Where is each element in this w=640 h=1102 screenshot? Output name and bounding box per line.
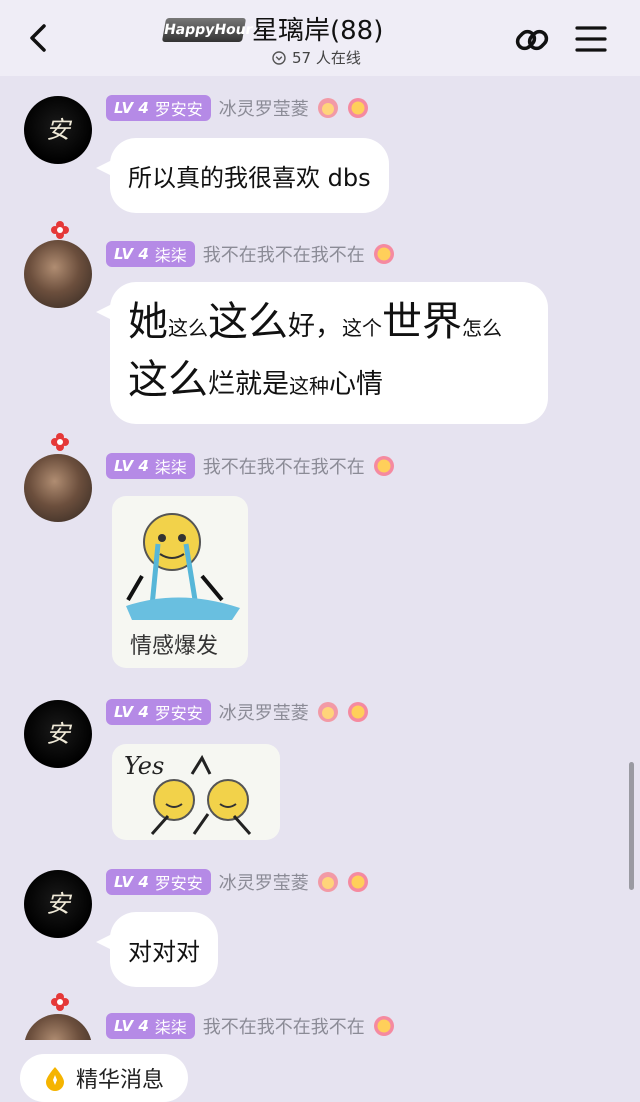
- sender-row: LV 4 柒柒 我不在我不在我不在: [106, 452, 395, 480]
- text-run: 怎么: [462, 316, 502, 340]
- online-count: 57 人在线: [292, 49, 361, 67]
- scrollbar[interactable]: [629, 762, 634, 890]
- essence-label: 精华消息: [76, 1068, 165, 1093]
- sender-nickname[interactable]: 我不在我不在我不在: [203, 453, 365, 479]
- sender-nickname[interactable]: 我不在我不在我不在: [203, 1013, 365, 1039]
- sender-nickname[interactable]: 冰灵罗莹菱: [219, 95, 309, 121]
- back-icon[interactable]: [22, 20, 58, 56]
- message-item: LV 4 柒柒 我不在我不在我不在 情感爆发: [0, 432, 640, 677]
- text-run: 好，: [288, 311, 342, 342]
- lucky-emoji-icon: [317, 98, 338, 118]
- smile-icon: [373, 456, 394, 476]
- member-tag: 罗安安: [154, 100, 203, 119]
- member-tag: 罗安安: [154, 874, 203, 893]
- smile-icon: [347, 702, 368, 722]
- smile-icon: [373, 1016, 394, 1036]
- bottom-bar: 精华消息: [0, 1040, 640, 1102]
- member-tag: 罗安安: [154, 704, 203, 723]
- online-status: 57 人在线: [272, 47, 361, 68]
- sender-row: LV 4 罗安安 冰灵罗莹菱: [106, 868, 369, 896]
- sender-row: LV 4 罗安安 冰灵罗莹菱: [106, 698, 369, 726]
- message-item: LV 4 柒柒 我不在我不在我不在 她这么这么好，这个世界怎么 这么烂就是这种心…: [0, 220, 640, 430]
- text-run: 世界: [382, 299, 462, 345]
- message-item: 安 LV 4 罗安安 冰灵罗莹菱 对对对: [0, 864, 640, 994]
- text-run: 她: [128, 299, 168, 345]
- text-run: 这个: [342, 316, 382, 340]
- sticker-image[interactable]: 情感爆发: [112, 496, 248, 668]
- avatar-glyph: 安: [46, 720, 70, 748]
- message-item: LV 4 柒柒 我不在我不在我不在: [0, 992, 640, 1040]
- avatar[interactable]: [24, 1014, 92, 1040]
- level-text: LV 4: [114, 703, 149, 721]
- avatar-glyph: 安: [46, 890, 70, 918]
- essence-messages-button[interactable]: 精华消息: [20, 1054, 189, 1102]
- flower-icon: [51, 433, 69, 451]
- level-badge[interactable]: LV 4 罗安安: [106, 699, 211, 725]
- sender-row: LV 4 罗安安 冰灵罗莹菱: [106, 94, 369, 122]
- member-tag: 柒柒: [154, 1018, 187, 1037]
- sticker-caption: 情感爆发: [130, 634, 219, 659]
- text-run: 这么: [208, 299, 288, 345]
- message-text: 对对对: [128, 938, 200, 966]
- level-badge[interactable]: LV 4 柒柒: [106, 453, 195, 479]
- message-bubble[interactable]: 对对对: [96, 912, 218, 987]
- sticker-image[interactable]: Yes: [112, 744, 280, 840]
- message-bubble[interactable]: 她这么这么好，这个世界怎么 这么烂就是这种心情: [96, 282, 548, 424]
- sender-row: LV 4 柒柒 我不在我不在我不在: [106, 240, 395, 268]
- link-icon[interactable]: [512, 20, 552, 60]
- flower-icon: [51, 993, 69, 1011]
- avatar[interactable]: [24, 454, 92, 522]
- message-bubble[interactable]: 所以真的我很喜欢 dbs: [96, 138, 389, 213]
- group-logo: HappyHour: [161, 18, 254, 42]
- group-title[interactable]: HappyHour 星璃岸(88) 57 人在线: [160, 10, 480, 70]
- level-text: LV 4: [114, 99, 149, 117]
- level-badge[interactable]: LV 4 柒柒: [106, 1013, 195, 1039]
- smile-icon: [347, 872, 368, 892]
- sender-row: LV 4 柒柒 我不在我不在我不在: [106, 1012, 395, 1040]
- message-line-2: 这么烂就是这种心情: [128, 354, 530, 412]
- level-text: LV 4: [114, 457, 149, 475]
- group-name: 星璃岸(88): [252, 16, 384, 46]
- level-badge[interactable]: LV 4 罗安安: [106, 869, 211, 895]
- smile-icon: [347, 98, 368, 118]
- lucky-emoji-icon: [317, 872, 338, 892]
- sender-nickname[interactable]: 冰灵罗莹菱: [219, 869, 309, 895]
- message-item: 安 LV 4 罗安安 冰灵罗莹菱 Yes: [0, 696, 640, 846]
- cheering-faces-sticker: [150, 754, 252, 835]
- level-text: LV 4: [114, 245, 149, 263]
- lucky-emoji-icon: [317, 702, 338, 722]
- flower-icon: [51, 221, 69, 239]
- level-text: LV 4: [114, 873, 149, 891]
- message-line-1: 她这么这么好，这个世界怎么: [128, 296, 530, 354]
- text-run: 这么: [168, 316, 208, 340]
- chat-header: HappyHour 星璃岸(88) 57 人在线: [0, 0, 640, 76]
- text-run: 心情: [329, 369, 383, 400]
- member-tag: 柒柒: [154, 246, 187, 265]
- smile-icon: [373, 244, 394, 264]
- text-run: 这么: [128, 357, 208, 403]
- sender-nickname[interactable]: 我不在我不在我不在: [203, 241, 365, 267]
- message-text: 所以真的我很喜欢 dbs: [128, 164, 371, 192]
- sender-nickname[interactable]: 冰灵罗莹菱: [219, 699, 309, 725]
- menu-icon[interactable]: [574, 22, 608, 56]
- chevron-down-circle-icon: [272, 50, 286, 65]
- text-run: 这种: [289, 374, 329, 398]
- avatar-glyph: 安: [46, 116, 70, 144]
- member-tag: 柒柒: [154, 458, 187, 477]
- avatar[interactable]: 安: [24, 870, 92, 938]
- crying-face-sticker: [126, 513, 240, 620]
- message-item: 安 LV 4 罗安安 冰灵罗莹菱 所以真的我很喜欢 dbs: [0, 90, 640, 220]
- text-run: 烂就是: [208, 369, 289, 400]
- avatar[interactable]: 安: [24, 700, 92, 768]
- essence-drop-icon: [46, 1067, 64, 1091]
- level-text: LV 4: [114, 1017, 149, 1035]
- avatar[interactable]: [24, 240, 92, 308]
- level-badge[interactable]: LV 4 罗安安: [106, 95, 211, 121]
- level-badge[interactable]: LV 4 柒柒: [106, 241, 195, 267]
- avatar[interactable]: 安: [24, 96, 92, 164]
